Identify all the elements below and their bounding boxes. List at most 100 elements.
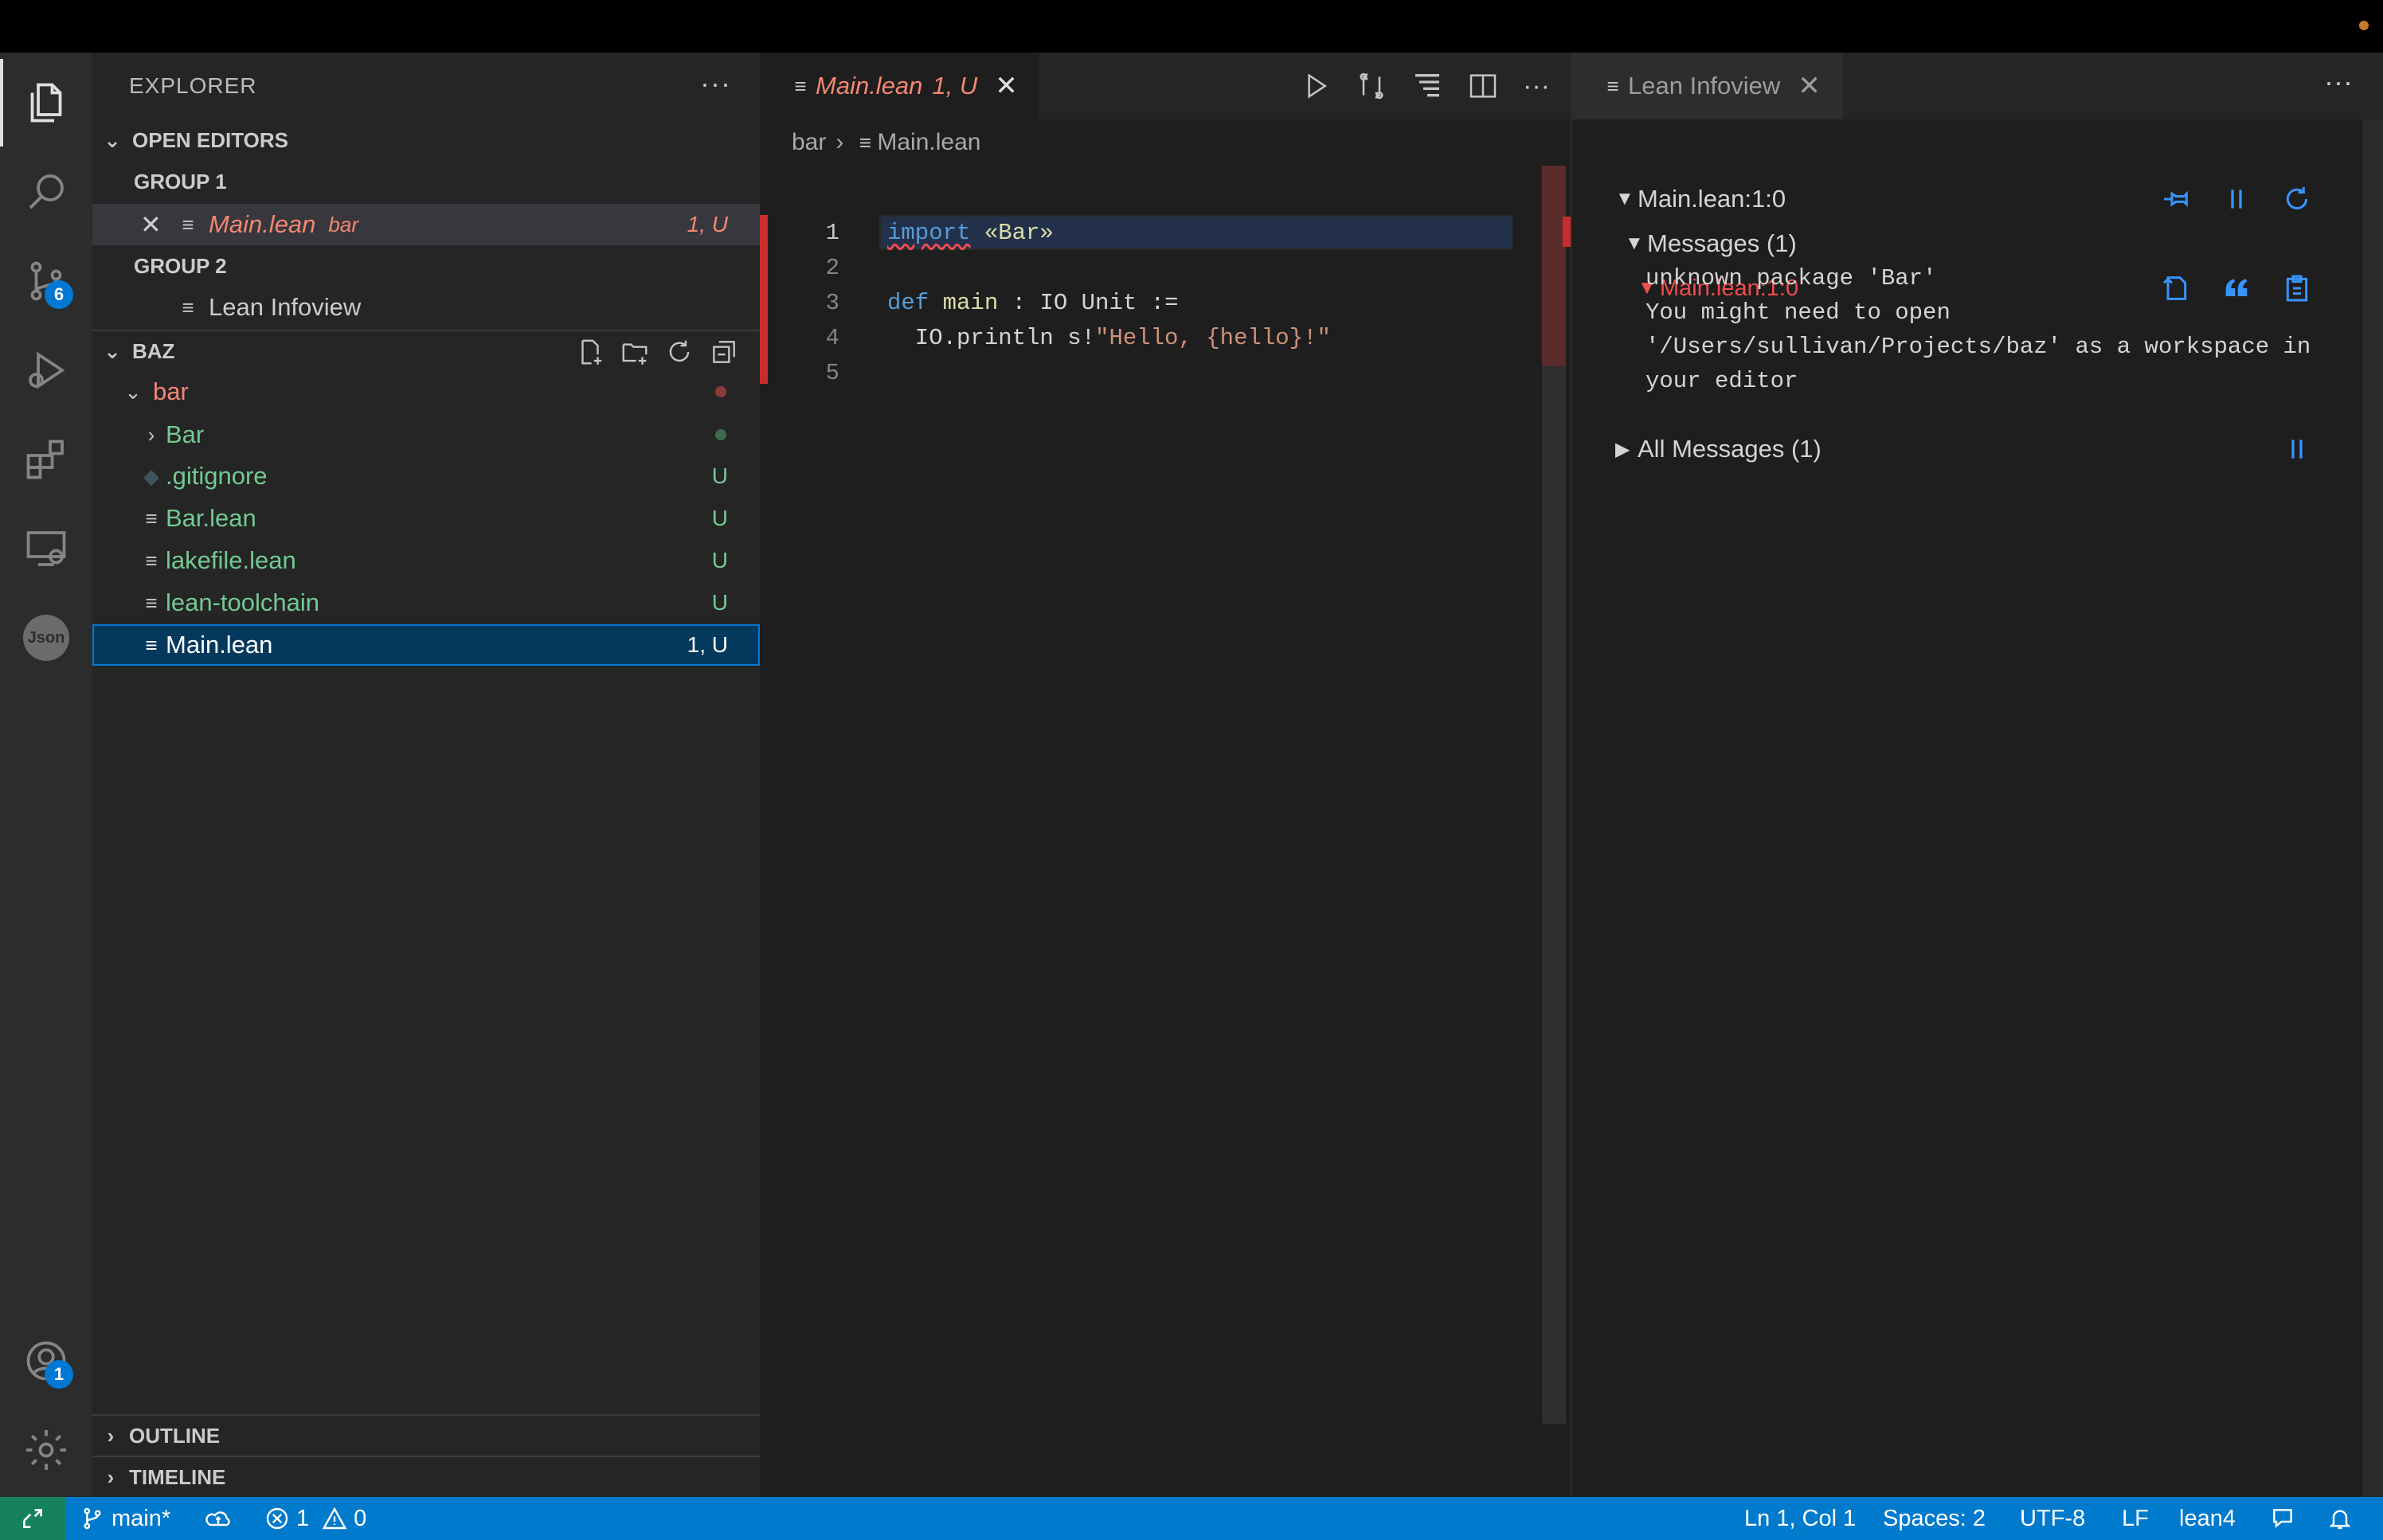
collapse-all-icon[interactable] — [709, 337, 739, 367]
problems-indicator[interactable]: 1 0 — [264, 1497, 366, 1540]
import-target: «Bar» — [970, 219, 1054, 246]
string-literal: "Hello, {hello}!" — [1095, 324, 1331, 351]
files-icon — [30, 83, 62, 123]
run-debug-activity[interactable] — [0, 326, 92, 414]
language-mode[interactable]: lean4 — [2179, 1497, 2236, 1540]
activity-bar: 6 Json 1 — [0, 53, 92, 1497]
split-editor-icon[interactable] — [1467, 70, 1499, 102]
search-activity[interactable] — [0, 148, 92, 236]
all-messages-label: All Messages (1) — [1638, 435, 1821, 463]
open-editors-section[interactable]: ⌄ OPEN EDITORS — [92, 119, 760, 161]
all-messages-actions — [2281, 433, 2313, 465]
explorer-activity[interactable] — [0, 59, 92, 147]
feedback-button[interactable] — [2270, 1497, 2295, 1540]
tab-lean-infoview[interactable]: ≡ Lean Infoview ✕ — [1572, 53, 1843, 119]
end-of-line[interactable]: LF — [2122, 1497, 2149, 1540]
git-branch-icon — [84, 1507, 101, 1530]
pause-icon[interactable] — [2281, 433, 2313, 465]
pause-icon[interactable] — [2221, 183, 2252, 215]
tree-item-status: U — [711, 548, 728, 573]
more-actions-icon[interactable]: ··· — [2324, 65, 2353, 99]
tree-item-label: Main.lean — [166, 631, 273, 659]
tab-main-lean[interactable]: ≡ Main.lean 1, U ✕ — [760, 53, 1039, 119]
new-file-icon[interactable] — [575, 337, 605, 367]
open-editor-infoview[interactable]: ≡ Lean Infoview — [92, 287, 760, 328]
close-icon[interactable]: ✕ — [995, 70, 1018, 102]
code-line-5[interactable]: 5 — [760, 355, 1571, 390]
file-icon: ≡ — [182, 295, 194, 319]
open-editor-main-lean[interactable]: ✕ ≡ Main.lean bar 1, U — [92, 204, 760, 245]
more-actions-icon[interactable]: ··· — [700, 67, 731, 100]
tree-item-status: U — [711, 463, 728, 488]
tree-item-gitignore[interactable]: ◆ .gitignore U — [92, 455, 760, 497]
source-control-activity[interactable]: 6 — [0, 237, 92, 325]
run-icon[interactable] — [1300, 70, 1332, 102]
accounts-activity[interactable]: 1 — [0, 1317, 92, 1405]
tab-label: Main.lean — [816, 72, 923, 100]
remote-icon — [23, 1509, 42, 1528]
explorer-toolbar — [575, 331, 739, 373]
more-actions-icon[interactable]: ··· — [1523, 71, 1550, 102]
infoview-position-header[interactable]: ▼ Main.lean:1:0 — [1572, 178, 2369, 220]
outline-title: OUTLINE — [129, 1423, 221, 1448]
breadcrumb-file[interactable]: Main.lean — [877, 129, 980, 156]
new-folder-icon[interactable] — [620, 337, 650, 367]
group2-label: GROUP 2 — [134, 253, 227, 278]
timeline-section[interactable]: › TIMELINE — [92, 1456, 760, 1497]
sidebar-title: EXPLORER — [129, 73, 257, 98]
remote-indicator[interactable] — [0, 1497, 65, 1540]
tree-item-bar-folder[interactable]: › Bar — [92, 414, 760, 455]
tree-item-label: .gitignore — [166, 462, 268, 490]
file-icon: ≡ — [145, 548, 158, 573]
code-line-2[interactable]: 2 — [760, 250, 1571, 285]
open-editor-file-label: Main.lean — [209, 210, 316, 238]
timeline-title: TIMELINE — [129, 1464, 226, 1489]
breadcrumb-folder[interactable]: bar — [792, 129, 826, 156]
compare-changes-icon[interactable] — [1356, 70, 1387, 102]
remote-explorer-activity[interactable] — [0, 505, 92, 592]
function-name: main — [929, 289, 999, 316]
infoview-scrollbar[interactable] — [2362, 119, 2383, 1537]
workspace-section[interactable]: ⌄ BAZ — [92, 330, 760, 371]
code-line-3[interactable]: 3 def main : IO Unit := — [760, 285, 1571, 320]
notifications-button[interactable] — [2327, 1497, 2353, 1540]
tree-item-bar-lean[interactable]: ≡ Bar.lean U — [92, 498, 760, 539]
code-line-1[interactable]: 1 import «Bar» — [760, 215, 1571, 250]
folder-bar[interactable]: ⌄ bar — [92, 371, 760, 412]
indentation[interactable]: Spaces: 2 — [1883, 1497, 1986, 1540]
explorer-sidebar: EXPLORER ··· ⌄ OPEN EDITORS GROUP 1 ✕ ≡ … — [92, 53, 760, 1497]
cursor-position[interactable]: Ln 1, Col 1 — [1744, 1497, 1856, 1540]
tree-item-label: Bar.lean — [166, 504, 256, 532]
close-icon[interactable]: ✕ — [140, 209, 172, 240]
close-icon[interactable]: ✕ — [1798, 70, 1821, 102]
branch-indicator[interactable]: main* — [80, 1497, 170, 1540]
feedback-icon — [2273, 1509, 2292, 1528]
folder-bar-label: bar — [153, 377, 189, 405]
gear-icon — [26, 1430, 66, 1470]
position-label: Main.lean:1:0 — [1638, 185, 1786, 213]
messages-header[interactable]: ▼ Messages (1) — [1572, 223, 2369, 264]
extensions-activity[interactable] — [0, 416, 92, 503]
error-count: 1 — [296, 1505, 310, 1531]
manage-activity[interactable] — [0, 1406, 92, 1494]
position-actions — [2160, 183, 2313, 215]
outline-section[interactable]: › OUTLINE — [92, 1414, 760, 1456]
encoding[interactable]: UTF-8 — [2020, 1497, 2085, 1540]
sync-indicator[interactable] — [205, 1497, 231, 1540]
json-activity[interactable]: Json — [0, 594, 92, 682]
code-line-4[interactable]: 4 IO.println s!"Hello, {hello}!" — [760, 320, 1571, 355]
tree-item-status: U — [711, 590, 728, 615]
tree-item-main-lean[interactable]: ≡ Main.lean 1, U — [92, 624, 760, 666]
file-icon: ≡ — [1606, 73, 1619, 98]
chevron-down-icon: ⌄ — [104, 338, 121, 363]
pin-icon[interactable] — [2160, 183, 2192, 215]
cloud-sync-icon — [205, 1511, 230, 1526]
infoview-toggle-icon[interactable] — [1411, 70, 1443, 102]
refresh-icon[interactable] — [2281, 183, 2313, 215]
all-messages-header[interactable]: ▶ All Messages (1) — [1572, 428, 2369, 470]
refresh-icon[interactable] — [664, 337, 695, 367]
editor-tab-bar: ≡ Main.lean 1, U ✕ ··· — [760, 53, 1571, 119]
tree-item-lean-toolchain[interactable]: ≡ lean-toolchain U — [92, 582, 760, 623]
type-signature: : IO Unit := — [998, 289, 1179, 316]
tree-item-lakefile[interactable]: ≡ lakefile.lean U — [92, 540, 760, 581]
